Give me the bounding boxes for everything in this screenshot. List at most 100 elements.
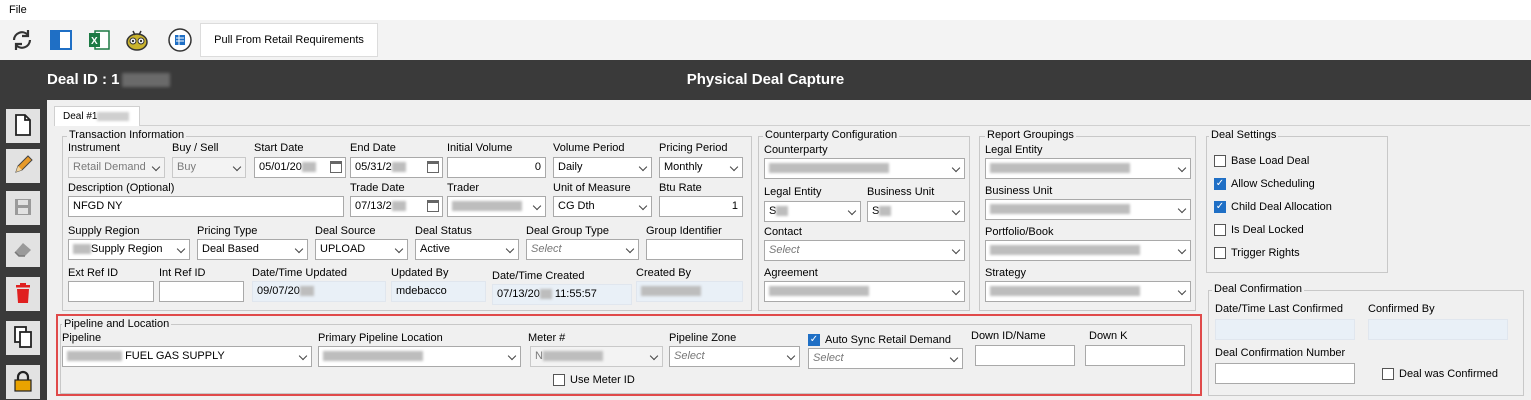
report-legal-entity-label: Legal Entity: [985, 144, 1043, 156]
counterparty-select[interactable]: [764, 158, 965, 179]
transaction-legend: Transaction Information: [67, 129, 187, 141]
description-label: Description (Optional): [68, 182, 175, 194]
robot-icon[interactable]: [123, 26, 151, 54]
date-created-label: Date/Time Created: [492, 270, 585, 282]
cp-legal-entity-select[interactable]: S: [764, 201, 861, 222]
agreement-select[interactable]: [764, 281, 965, 302]
deal-source-label: Deal Source: [315, 225, 376, 237]
pricing-type-select[interactable]: Deal Based: [197, 239, 308, 260]
report-legend: Report Groupings: [985, 129, 1076, 141]
strategy-select[interactable]: [985, 281, 1191, 302]
start-date-input[interactable]: 05/01/20: [254, 157, 346, 178]
buysell-select[interactable]: Buy: [172, 157, 246, 178]
refresh-icon[interactable]: [8, 26, 36, 54]
initial-volume-input[interactable]: 0: [447, 157, 546, 178]
description-input[interactable]: NFGD NY: [68, 196, 344, 217]
edit-button[interactable]: [6, 149, 40, 183]
deal-group-type-select[interactable]: Select: [526, 239, 639, 260]
counterparty-legend: Counterparty Configuration: [763, 129, 900, 141]
buysell-label: Buy / Sell: [172, 142, 219, 154]
confirmed-by-value: [1368, 319, 1508, 340]
created-by-label: Created By: [636, 267, 692, 279]
deal-settings-legend: Deal Settings: [1209, 129, 1279, 141]
save-icon: [13, 197, 33, 220]
deal-confirmation-legend: Deal Confirmation: [1212, 283, 1305, 295]
deal-was-confirmed-checkbox[interactable]: Deal was Confirmed: [1382, 368, 1498, 380]
trigger-rights-checkbox[interactable]: Trigger Rights: [1214, 247, 1300, 259]
ext-ref-input[interactable]: [68, 281, 154, 302]
unit-of-measure-label: Unit of Measure: [553, 182, 631, 194]
deal-source-select[interactable]: UPLOAD: [315, 239, 408, 260]
page-title: Physical Deal Capture: [686, 71, 845, 88]
instrument-label: Instrument: [68, 142, 120, 154]
ext-ref-label: Ext Ref ID: [68, 267, 119, 279]
tab-deal[interactable]: Deal #1: [54, 106, 140, 126]
agreement-label: Agreement: [764, 267, 818, 279]
updated-by-value: mdebacco: [391, 281, 486, 302]
cp-business-unit-select[interactable]: S: [867, 201, 965, 222]
save-button[interactable]: [6, 191, 40, 225]
svg-text:X: X: [91, 36, 98, 47]
delete-button[interactable]: [6, 277, 40, 311]
retail-pull-icon[interactable]: [166, 26, 194, 54]
is-deal-locked-checkbox[interactable]: Is Deal Locked: [1214, 224, 1304, 236]
portfolio-book-label: Portfolio/Book: [985, 226, 1054, 238]
strategy-label: Strategy: [985, 267, 1026, 279]
last-confirmed-value: [1215, 319, 1355, 340]
group-identifier-label: Group Identifier: [646, 225, 722, 237]
report-business-unit-select[interactable]: [985, 199, 1191, 220]
action-sidebar: [0, 100, 47, 400]
checkmark-icon[interactable]: ✓: [1214, 201, 1226, 213]
cp-business-unit-label: Business Unit: [867, 186, 935, 198]
pricing-period-select[interactable]: Monthly: [659, 157, 743, 178]
checkmark-icon[interactable]: ✓: [1214, 178, 1226, 190]
end-date-label: End Date: [350, 142, 396, 154]
excel-icon[interactable]: X: [85, 26, 113, 54]
contact-label: Contact: [764, 226, 802, 238]
pricing-period-label: Pricing Period: [659, 142, 728, 154]
deal-status-label: Deal Status: [415, 225, 472, 237]
contact-select[interactable]: Select: [764, 240, 965, 261]
btu-rate-input[interactable]: 1: [659, 196, 743, 217]
allow-scheduling-checkbox[interactable]: ✓ Allow Scheduling: [1214, 178, 1315, 190]
new-document-button[interactable]: [6, 109, 40, 143]
portfolio-book-select[interactable]: [985, 240, 1191, 261]
calendar-icon[interactable]: [427, 161, 439, 173]
trade-date-input[interactable]: 07/13/2: [350, 196, 443, 217]
calendar-icon[interactable]: [330, 161, 342, 173]
pull-from-retail-requirements-button[interactable]: Pull From Retail Requirements: [200, 23, 378, 57]
int-ref-input[interactable]: [159, 281, 244, 302]
start-date-label: Start Date: [254, 142, 304, 154]
report-business-unit-label: Business Unit: [985, 185, 1053, 197]
end-date-input[interactable]: 05/31/2: [350, 157, 443, 178]
copy-button[interactable]: [6, 321, 40, 355]
volume-period-label: Volume Period: [553, 142, 625, 154]
menu-bar: File: [0, 0, 1531, 20]
menu-file[interactable]: File: [9, 4, 27, 16]
supply-region-select[interactable]: Supply Region: [68, 239, 190, 260]
calendar-icon[interactable]: [427, 200, 439, 212]
pricing-type-label: Pricing Type: [197, 225, 258, 237]
report-legal-entity-select[interactable]: [985, 158, 1191, 179]
date-updated-label: Date/Time Updated: [252, 267, 347, 279]
deal-status-select[interactable]: Active: [415, 239, 519, 260]
btu-rate-label: Btu Rate: [659, 182, 702, 194]
lock-icon: [13, 370, 33, 395]
base-load-deal-checkbox[interactable]: Base Load Deal: [1214, 155, 1309, 167]
trader-select[interactable]: [447, 196, 546, 217]
clear-button[interactable]: [6, 233, 40, 267]
volume-period-select[interactable]: Daily: [553, 157, 652, 178]
unit-of-measure-select[interactable]: CG Dth: [553, 196, 652, 217]
trash-icon: [14, 282, 32, 307]
lock-button[interactable]: [6, 365, 40, 399]
trader-label: Trader: [447, 182, 479, 194]
layout-panel-icon[interactable]: [47, 26, 75, 54]
confirmation-number-input[interactable]: [1215, 363, 1355, 384]
group-identifier-input[interactable]: [646, 239, 743, 260]
instrument-select[interactable]: Retail Demand: [68, 157, 165, 178]
supply-region-label: Supply Region: [68, 225, 140, 237]
eraser-icon: [12, 239, 34, 262]
created-by-value: [636, 281, 743, 302]
int-ref-label: Int Ref ID: [159, 267, 206, 279]
child-deal-allocation-checkbox[interactable]: ✓ Child Deal Allocation: [1214, 201, 1332, 213]
